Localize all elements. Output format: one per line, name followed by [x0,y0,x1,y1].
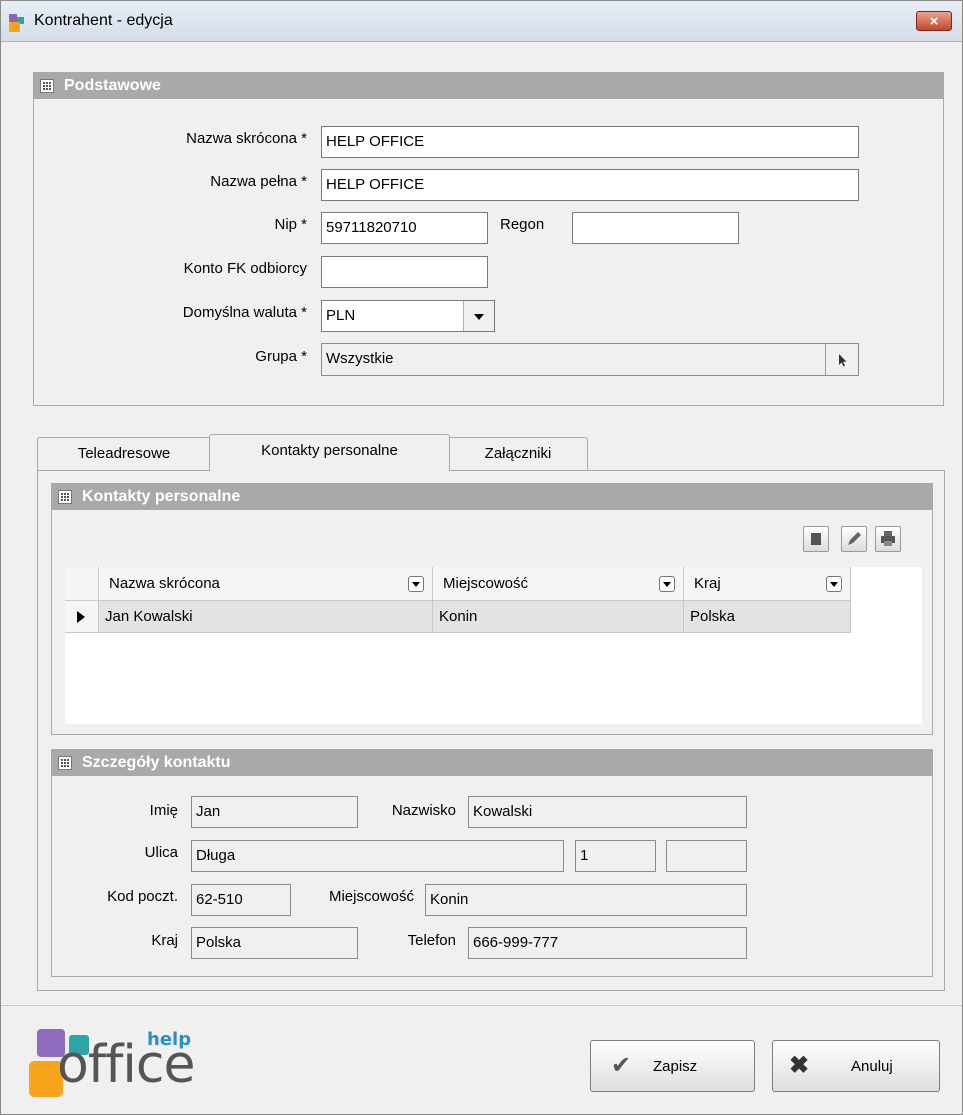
column-header-city[interactable]: Miejscowość [433,567,684,601]
close-x-icon: ✖ [789,1052,810,1079]
chevron-down-icon[interactable] [826,576,842,592]
city-label: Miejscowość [328,888,414,905]
group-label: Grupa * [255,348,307,365]
tab-content: Kontakty personalne Nazwa skrócona Miejs… [37,470,945,991]
title-bar: Kontrahent - edycja × [1,1,962,42]
column-header-name-label: Nazwa skrócona [109,575,220,592]
grid-icon [58,756,72,770]
table-cell-city[interactable]: Konin [433,601,684,633]
column-header-country[interactable]: Kraj [684,567,851,601]
short-name-label: Nazwa skrócona * [186,130,307,147]
regon-label: Regon [500,216,545,233]
close-button[interactable]: × [916,11,952,31]
fk-account-field[interactable] [321,256,488,288]
tab-kontakty-personalne[interactable]: Kontakty personalne [209,434,450,471]
window-title: Kontrahent - edycja [34,12,173,29]
chevron-down-icon[interactable] [659,576,675,592]
new-document-icon [811,533,821,545]
save-button[interactable]: ✔ Zapisz [590,1040,755,1092]
currency-dropdown-button[interactable] [463,301,494,331]
contacts-panel-header: Kontakty personalne [52,484,932,510]
house-number-field[interactable]: 1 [575,840,656,872]
edit-contact-button[interactable] [841,526,867,552]
row-indicator[interactable] [65,601,99,633]
chevron-down-icon[interactable] [408,576,424,592]
last-name-label: Nazwisko [391,802,456,819]
row-indicator-header [65,567,99,601]
column-header-country-label: Kraj [694,575,721,592]
first-name-field[interactable]: Jan [191,796,358,828]
details-panel-title: Szczegóły kontaktu [82,754,231,771]
dialog-window: Kontrahent - edycja × Podstawowe Nazwa s… [0,0,963,1115]
apartment-number-field[interactable] [666,840,747,872]
column-header-name[interactable]: Nazwa skrócona [99,567,433,601]
cancel-button-label: Anuluj [851,1058,893,1075]
grid-icon [40,79,54,93]
currency-value: PLN [326,307,356,324]
postal-code-field[interactable]: 62-510 [191,884,291,916]
details-panel-header: Szczegóły kontaktu [52,750,932,776]
country-field[interactable]: Polska [191,927,358,959]
regon-field[interactable] [572,212,739,244]
new-contact-button[interactable] [803,526,829,552]
street-field[interactable]: Długa [191,840,564,872]
row-pointer-icon [77,611,85,623]
footer-divider [1,1005,962,1006]
phone-field[interactable]: 666-999-777 [468,927,747,959]
basic-panel: Podstawowe Nazwa skrócona * HELP OFFICE … [33,72,944,406]
table-cell-name[interactable]: Jan Kowalski [99,601,433,633]
tab-zalaczniki[interactable]: Załączniki [448,437,588,471]
basic-panel-title: Podstawowe [64,77,161,94]
nip-label: Nip * [274,216,307,233]
full-name-field[interactable]: HELP OFFICE [321,169,859,201]
postal-code-label: Kod poczt. [107,888,178,905]
phone-label: Telefon [407,932,456,949]
basic-panel-header: Podstawowe [34,73,943,99]
short-name-field[interactable]: HELP OFFICE [321,126,859,158]
details-panel: Szczegóły kontaktu Imię Jan Nazwisko Kow… [51,749,933,977]
print-button[interactable] [875,526,901,552]
group-value: Wszystkie [326,350,394,367]
contacts-panel-title: Kontakty personalne [82,488,241,505]
save-button-label: Zapisz [653,1058,698,1075]
table-cell-country[interactable]: Polska [684,601,851,633]
column-header-city-label: Miejscowość [443,575,529,592]
chevron-down-icon [474,314,484,320]
pencil-icon [848,532,861,545]
group-picker-button[interactable] [825,344,858,375]
cursor-arrow-icon [839,354,847,367]
help-office-logo: help office [29,1029,229,1099]
last-name-field[interactable]: Kowalski [468,796,747,828]
currency-label: Domyślna waluta * [182,304,307,321]
logo-main-text: office [57,1035,195,1095]
grid-icon [58,490,72,504]
contacts-grid: Nazwa skrócona Miejscowość Kraj Jan Kowa… [65,567,922,724]
first-name-label: Imię [149,802,178,819]
street-label: Ulica [144,844,178,861]
group-field[interactable]: Wszystkie [321,343,859,376]
city-field[interactable]: Konin [425,884,747,916]
fk-account-label: Konto FK odbiorcy [183,260,307,277]
tab-teleadresowe[interactable]: Teleadresowe [37,437,211,471]
nip-field[interactable]: 59711820710 [321,212,488,244]
cancel-button[interactable]: ✖ Anuluj [772,1040,940,1092]
country-label: Kraj [151,932,178,949]
printer-icon [881,531,895,546]
currency-select[interactable]: PLN [321,300,495,332]
checkmark-icon: ✔ [611,1052,632,1079]
full-name-label: Nazwa pełna * [210,173,307,190]
app-icon [9,14,27,32]
contacts-panel: Kontakty personalne Nazwa skrócona Miejs… [51,483,933,735]
